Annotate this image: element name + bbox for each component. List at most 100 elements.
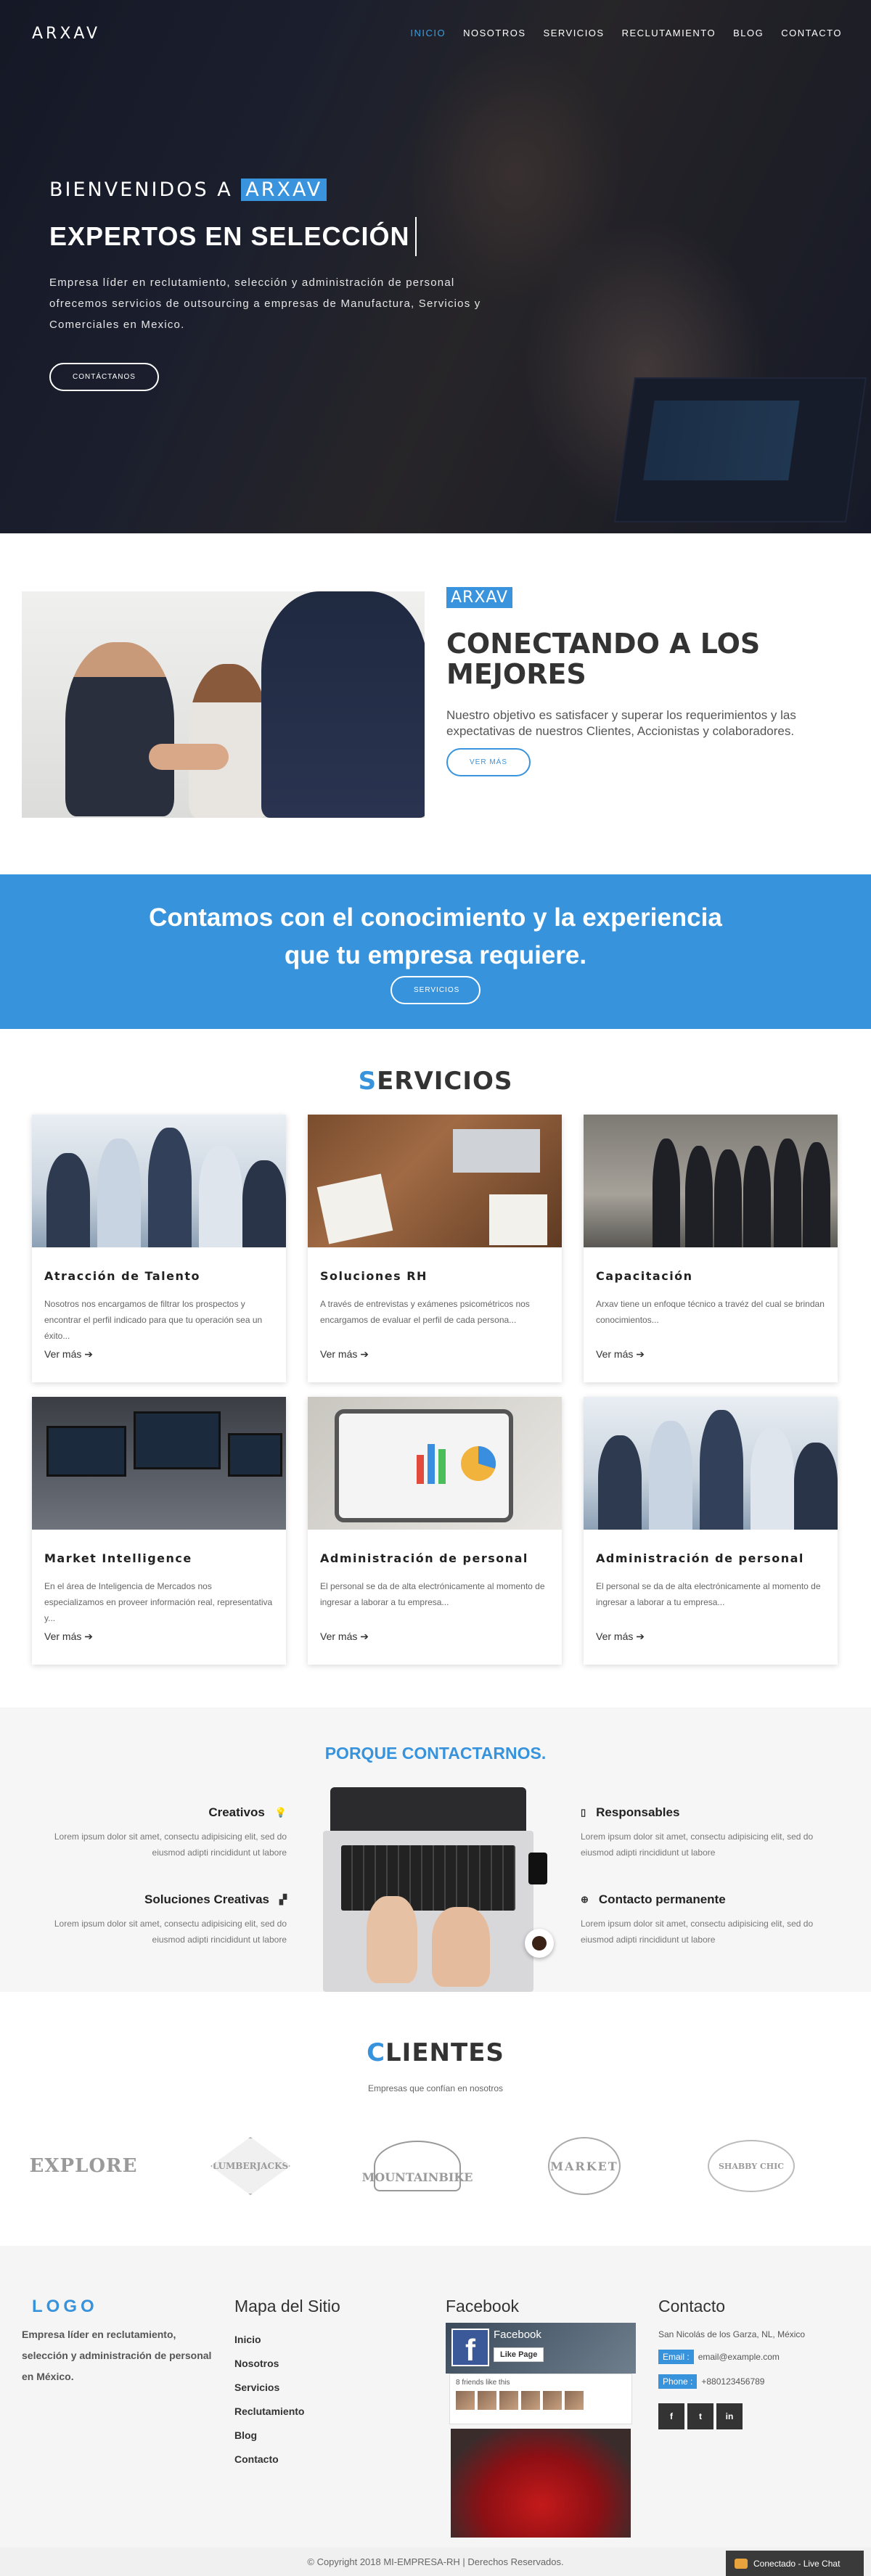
service-title: Atracción de Talento xyxy=(44,1269,201,1283)
avatar xyxy=(456,2391,475,2410)
sitemap-link-contacto[interactable]: Contacto xyxy=(234,2453,340,2477)
service-more-link[interactable]: Ver más ➔ xyxy=(44,1630,274,1643)
about-tag: ARXAV xyxy=(446,587,513,608)
hero-title: EXPERTOS EN SELECCIÓN xyxy=(49,217,557,256)
lifebuoy-icon: ⊕ xyxy=(581,1894,589,1905)
typing-cursor xyxy=(415,217,417,256)
service-card: Administración de personal El personal s… xyxy=(308,1397,562,1665)
client-logo-shabby-chic: SHABBY CHIC xyxy=(697,2133,806,2199)
service-image xyxy=(308,1115,562,1247)
footer: LOGO Empresa líder en reclutamiento, sel… xyxy=(0,2246,871,2548)
lightbulb-icon: 💡 xyxy=(274,1807,287,1818)
service-title: Capacitación xyxy=(596,1269,693,1283)
hero-description: Empresa líder en reclutamiento, selecció… xyxy=(49,276,481,331)
service-card: Capacitación Arxav tiene un enfoque técn… xyxy=(584,1115,838,1382)
footer-logo[interactable]: LOGO xyxy=(32,2297,98,2317)
client-logo-mountainbike: MOUNTAINBIKE xyxy=(362,2133,473,2199)
hero-text: BIENVENIDOS A ARXAV EXPERTOS EN SELECCIÓ… xyxy=(49,179,557,335)
social-links: f t in xyxy=(658,2403,805,2429)
facebook-widget: Facebook f Facebook Like Page 8 friends … xyxy=(446,2297,636,2538)
avatar xyxy=(543,2391,562,2410)
mobile-icon: ▯ xyxy=(581,1807,586,1818)
service-text: El personal se da de alta electrónicamen… xyxy=(596,1581,821,1607)
service-more-link[interactable]: Ver más ➔ xyxy=(320,1630,549,1643)
sitemap-link-inicio[interactable]: Inicio xyxy=(234,2334,340,2358)
linkedin-icon[interactable]: in xyxy=(716,2403,743,2429)
menu-item-inicio[interactable]: INICIO xyxy=(410,28,446,38)
sitemap-link-nosotros[interactable]: Nosotros xyxy=(234,2358,340,2382)
hero-welcome: BIENVENIDOS A ARXAV xyxy=(49,179,557,201)
service-title: Administración de personal xyxy=(320,1551,528,1565)
client-logos: EXPLORE LUMBERJACKS MOUNTAINBIKE MARKET … xyxy=(29,2133,842,2199)
service-text: En el área de Inteligencia de Mercados n… xyxy=(44,1581,273,1623)
menu: INICIO NOSOTROS SERVICIOS RECLUTAMIENTO … xyxy=(410,28,842,38)
clients-section: CLIENTES Empresas que confían en nosotro… xyxy=(0,1992,871,2246)
feature-item: Soluciones Creativas ▞ Lorem ipsum dolor … xyxy=(54,1892,287,1945)
services-section: SERVICIOS Atracción de Talento Nosotros … xyxy=(0,1029,871,1707)
service-more-link[interactable]: Ver más ➔ xyxy=(44,1348,274,1361)
chat-icon xyxy=(735,2558,748,2569)
menu-item-contacto[interactable]: CONTACTO xyxy=(781,28,842,38)
sitemap: Mapa del Sitio Inicio Nosotros Servicios… xyxy=(234,2297,340,2477)
contact-email[interactable]: email@example.com xyxy=(698,2352,780,2362)
feature-item: Creativos 💡 Lorem ipsum dolor sit amet, c… xyxy=(54,1805,287,1858)
facebook-photo xyxy=(451,2429,631,2538)
service-more-link[interactable]: Ver más ➔ xyxy=(596,1630,825,1643)
service-image xyxy=(32,1397,286,1530)
contact-button[interactable]: CONTÁCTANOS xyxy=(49,363,159,391)
twitter-icon[interactable]: t xyxy=(687,2403,713,2429)
service-image xyxy=(32,1115,286,1247)
client-logo-market: MARKET xyxy=(530,2133,639,2199)
menu-item-nosotros[interactable]: NOSOTROS xyxy=(463,28,526,38)
avatar xyxy=(521,2391,540,2410)
service-text: Arxav tiene un enfoque técnico a travéz … xyxy=(596,1299,825,1325)
services-title: SERVICIOS xyxy=(358,1067,513,1096)
service-title: Administración de personal xyxy=(596,1551,804,1565)
banner-title: Contamos con el conocimiento y la experi… xyxy=(149,903,722,969)
service-card: Atracción de Talento Nosotros nos encarg… xyxy=(32,1115,286,1382)
banner-section: Contamos con el conocimiento y la experi… xyxy=(0,874,871,1029)
contact-phone[interactable]: +880123456789 xyxy=(701,2376,764,2387)
clients-title: CLIENTES xyxy=(367,2038,504,2067)
contact-address: San Nicolás de los Garza, NL, México xyxy=(658,2329,806,2339)
why-title: PORQUE CONTACTARNOS. xyxy=(324,1744,547,1763)
menu-item-servicios[interactable]: SERVICIOS xyxy=(544,28,605,38)
hero-brand: ARXAV xyxy=(241,179,327,201)
laptop-image xyxy=(323,1787,563,1992)
facebook-page-name[interactable]: Facebook xyxy=(494,2329,541,2341)
footer-about: Empresa líder en reclutamiento, selecció… xyxy=(22,2329,212,2382)
facebook-icon[interactable]: f xyxy=(658,2403,684,2429)
feature-item: ⊕ Contacto permanente Lorem ipsum dolor s… xyxy=(581,1892,814,1945)
service-card: Administración de personal El personal s… xyxy=(584,1397,838,1665)
facebook-like-button[interactable]: Like Page xyxy=(494,2347,544,2362)
service-card: Market Intelligence En el área de Inteli… xyxy=(32,1397,286,1665)
sitemap-link-reclutamiento[interactable]: Reclutamiento xyxy=(234,2405,340,2429)
service-text: El personal se da de alta electrónicamen… xyxy=(320,1581,545,1607)
facebook-cover: f Facebook Like Page xyxy=(446,2323,636,2374)
sitemap-title: Mapa del Sitio xyxy=(234,2297,340,2315)
service-text: A través de entrevistas y exámenes psico… xyxy=(320,1299,530,1325)
puzzle-icon: ▞ xyxy=(279,1894,287,1905)
service-more-link[interactable]: Ver más ➔ xyxy=(596,1348,825,1361)
service-more-link[interactable]: Ver más ➔ xyxy=(320,1348,549,1361)
avatar xyxy=(478,2391,496,2410)
avatar xyxy=(565,2391,584,2410)
site-logo[interactable]: ARXAV xyxy=(32,25,100,43)
service-image xyxy=(584,1115,838,1247)
client-logo-explore: EXPLORE xyxy=(29,2155,138,2177)
service-title: Market Intelligence xyxy=(44,1551,192,1565)
about-more-button[interactable]: VER MÁS xyxy=(446,748,531,776)
menu-item-reclutamiento[interactable]: RECLUTAMIENTO xyxy=(622,28,716,38)
main-nav: ARXAV INICIO NOSOTROS SERVICIOS RECLUTAM… xyxy=(0,0,871,67)
services-button[interactable]: SERVICIOS xyxy=(390,976,481,1004)
sitemap-link-servicios[interactable]: Servicios xyxy=(234,2382,340,2405)
service-image xyxy=(584,1397,838,1530)
service-image xyxy=(308,1397,562,1530)
sitemap-link-blog[interactable]: Blog xyxy=(234,2429,340,2453)
about-section: ARXAV CONECTANDO A LOS MEJORES Nuestro o… xyxy=(0,533,871,874)
contact-info: Contacto San Nicolás de los Garza, NL, M… xyxy=(658,2297,805,2429)
service-title: Soluciones RH xyxy=(320,1269,428,1283)
menu-item-blog[interactable]: BLOG xyxy=(733,28,764,38)
live-chat-button[interactable]: Conectado - Live Chat xyxy=(726,2551,864,2576)
service-card: Soluciones RH A través de entrevistas y … xyxy=(308,1115,562,1382)
